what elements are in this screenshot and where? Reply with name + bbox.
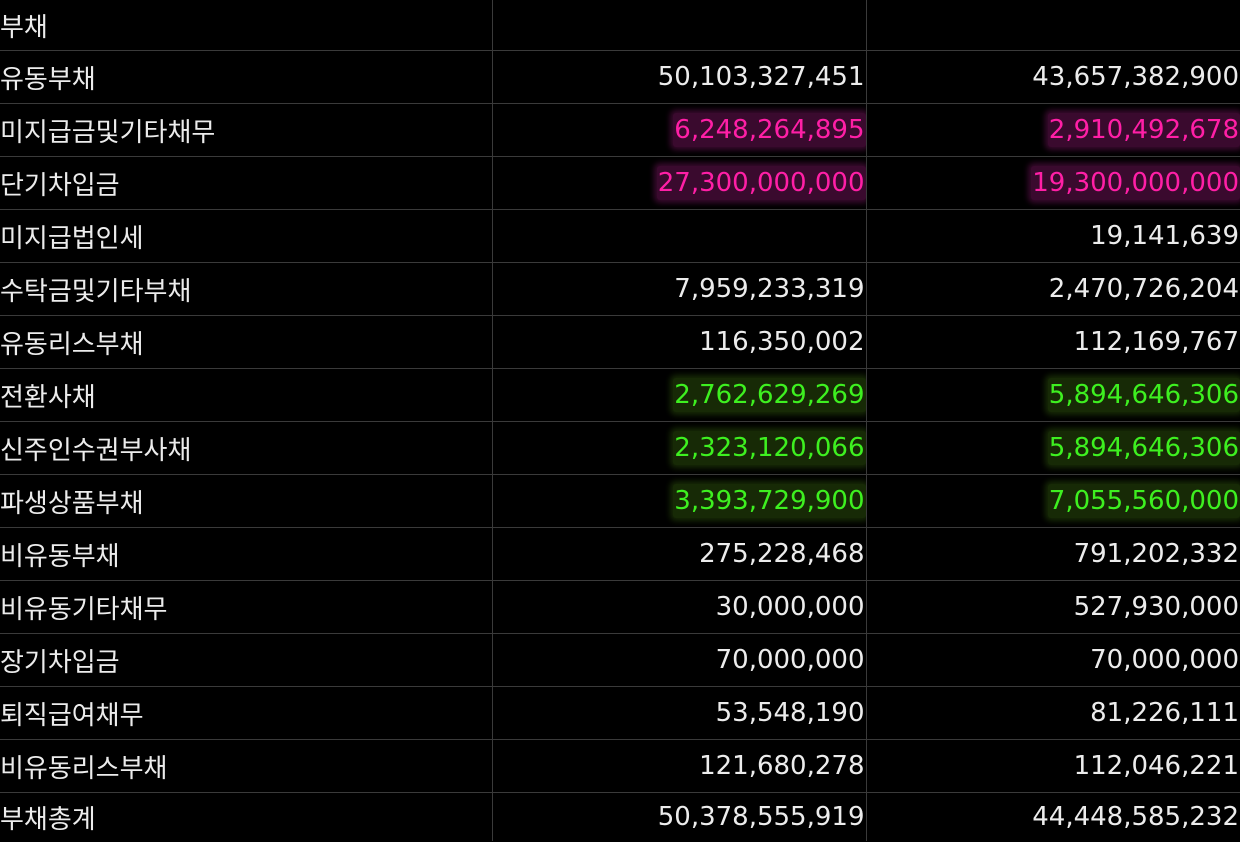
table-row: 신주인수권부사채 2,323,120,066 5,894,646,306	[0, 421, 1240, 475]
previous-period-value: 19,300,000,000	[1031, 166, 1240, 200]
row-label: 비유동리스부채	[0, 739, 493, 793]
row-label: 비유동부채	[0, 527, 493, 581]
previous-period-cell: 791,202,332	[866, 527, 1240, 581]
row-label: 유동리스부채	[0, 315, 493, 369]
table-row: 유동리스부채 116,350,002 112,169,767	[0, 315, 1240, 369]
table-row: 수탁금및기타부채 7,959,233,319 2,470,726,204	[0, 262, 1240, 316]
previous-period-cell: 19,300,000,000	[866, 156, 1240, 210]
row-label: 전환사채	[0, 368, 493, 422]
current-period-cell: 50,378,555,919	[492, 792, 867, 841]
previous-period-value: 81,226,111	[1090, 698, 1239, 728]
table-row: 비유동기타채무 30,000,000 527,930,000	[0, 580, 1240, 634]
row-label: 장기차입금	[0, 633, 493, 687]
previous-period-value: 43,657,382,900	[1032, 62, 1239, 92]
current-period-cell: 2,762,629,269	[492, 368, 867, 422]
row-label: 유동부채	[0, 50, 493, 104]
current-period-cell: 121,680,278	[492, 739, 867, 793]
table-row: 미지급법인세 19,141,639	[0, 209, 1240, 263]
table-row: 장기차입금 70,000,000 70,000,000	[0, 633, 1240, 687]
current-period-value: 121,680,278	[699, 751, 865, 781]
row-label: 미지급법인세	[0, 209, 493, 263]
current-period-value: 50,378,555,919	[657, 802, 865, 832]
current-period-value: 70,000,000	[715, 645, 865, 675]
previous-period-value: 112,169,767	[1073, 327, 1239, 357]
current-period-cell: 116,350,002	[492, 315, 867, 369]
row-label: 신주인수권부사채	[0, 421, 493, 475]
previous-period-value: 70,000,000	[1090, 645, 1239, 675]
row-label: 파생상품부채	[0, 474, 493, 528]
previous-period-cell: 81,226,111	[866, 686, 1240, 740]
current-period-cell	[492, 0, 867, 51]
previous-period-value: 5,894,646,306	[1047, 378, 1240, 412]
previous-period-cell: 112,046,221	[866, 739, 1240, 793]
previous-period-cell: 43,657,382,900	[866, 50, 1240, 104]
previous-period-cell: 527,930,000	[866, 580, 1240, 634]
table-row: 부채	[0, 0, 1240, 51]
current-period-value: 30,000,000	[715, 592, 865, 622]
table-row: 단기차입금 27,300,000,000 19,300,000,000	[0, 156, 1240, 210]
current-period-value: 2,762,629,269	[673, 378, 865, 412]
current-period-value: 3,393,729,900	[673, 484, 865, 518]
current-period-value: 53,548,190	[715, 698, 865, 728]
previous-period-value: 527,930,000	[1073, 592, 1239, 622]
current-period-value: 116,350,002	[699, 327, 865, 357]
current-period-cell: 53,548,190	[492, 686, 867, 740]
table-row: 전환사채 2,762,629,269 5,894,646,306	[0, 368, 1240, 422]
table-row: 미지급금및기타채무 6,248,264,895 2,910,492,678	[0, 103, 1240, 157]
table-row: 비유동부채 275,228,468 791,202,332	[0, 527, 1240, 581]
table-row: 부채총계 50,378,555,919 44,448,585,232	[0, 792, 1240, 842]
current-period-value: 7,959,233,319	[674, 274, 865, 304]
table-row: 비유동리스부채 121,680,278 112,046,221	[0, 739, 1240, 793]
previous-period-cell: 2,470,726,204	[866, 262, 1240, 316]
previous-period-value: 5,894,646,306	[1047, 431, 1240, 465]
row-label: 미지급금및기타채무	[0, 103, 493, 157]
table-body: 부채 유동부채 50,103,327,451 43,657,382,900 미지급금및기…	[0, 0, 1240, 841]
previous-period-value: 2,470,726,204	[1048, 274, 1239, 304]
row-label: 단기차입금	[0, 156, 493, 210]
previous-period-cell: 5,894,646,306	[866, 368, 1240, 422]
current-period-cell	[492, 209, 867, 263]
previous-period-cell: 112,169,767	[866, 315, 1240, 369]
previous-period-cell	[866, 0, 1240, 51]
previous-period-value: 791,202,332	[1073, 539, 1239, 569]
row-label: 수탁금및기타부채	[0, 262, 493, 316]
current-period-value: 50,103,327,451	[657, 62, 865, 92]
current-period-cell: 27,300,000,000	[492, 156, 867, 210]
previous-period-value: 2,910,492,678	[1047, 113, 1240, 147]
table-row: 유동부채 50,103,327,451 43,657,382,900	[0, 50, 1240, 104]
previous-period-value: 7,055,560,000	[1047, 484, 1240, 518]
current-period-cell: 30,000,000	[492, 580, 867, 634]
current-period-cell: 7,959,233,319	[492, 262, 867, 316]
row-label: 비유동기타채무	[0, 580, 493, 634]
previous-period-cell: 2,910,492,678	[866, 103, 1240, 157]
previous-period-cell: 19,141,639	[866, 209, 1240, 263]
current-period-value: 6,248,264,895	[673, 113, 865, 147]
previous-period-cell: 7,055,560,000	[866, 474, 1240, 528]
current-period-cell: 3,393,729,900	[492, 474, 867, 528]
previous-period-cell: 5,894,646,306	[866, 421, 1240, 475]
row-label: 부채	[0, 0, 493, 51]
current-period-value: 2,323,120,066	[673, 431, 865, 465]
current-period-cell: 6,248,264,895	[492, 103, 867, 157]
current-period-cell: 2,323,120,066	[492, 421, 867, 475]
current-period-cell: 70,000,000	[492, 633, 867, 687]
current-period-cell: 275,228,468	[492, 527, 867, 581]
previous-period-cell: 70,000,000	[866, 633, 1240, 687]
table-row: 파생상품부채 3,393,729,900 7,055,560,000	[0, 474, 1240, 528]
previous-period-value: 44,448,585,232	[1032, 802, 1239, 832]
table-row: 퇴직급여채무 53,548,190 81,226,111	[0, 686, 1240, 740]
previous-period-value: 19,141,639	[1090, 221, 1239, 251]
current-period-value: 27,300,000,000	[656, 166, 865, 200]
previous-period-value: 112,046,221	[1073, 751, 1239, 781]
row-label: 부채총계	[0, 792, 493, 841]
current-period-value: 275,228,468	[699, 539, 865, 569]
liabilities-table: 부채 유동부채 50,103,327,451 43,657,382,900 미지급금및기…	[0, 0, 1240, 841]
current-period-cell: 50,103,327,451	[492, 50, 867, 104]
row-label: 퇴직급여채무	[0, 686, 493, 740]
previous-period-cell: 44,448,585,232	[866, 793, 1240, 842]
